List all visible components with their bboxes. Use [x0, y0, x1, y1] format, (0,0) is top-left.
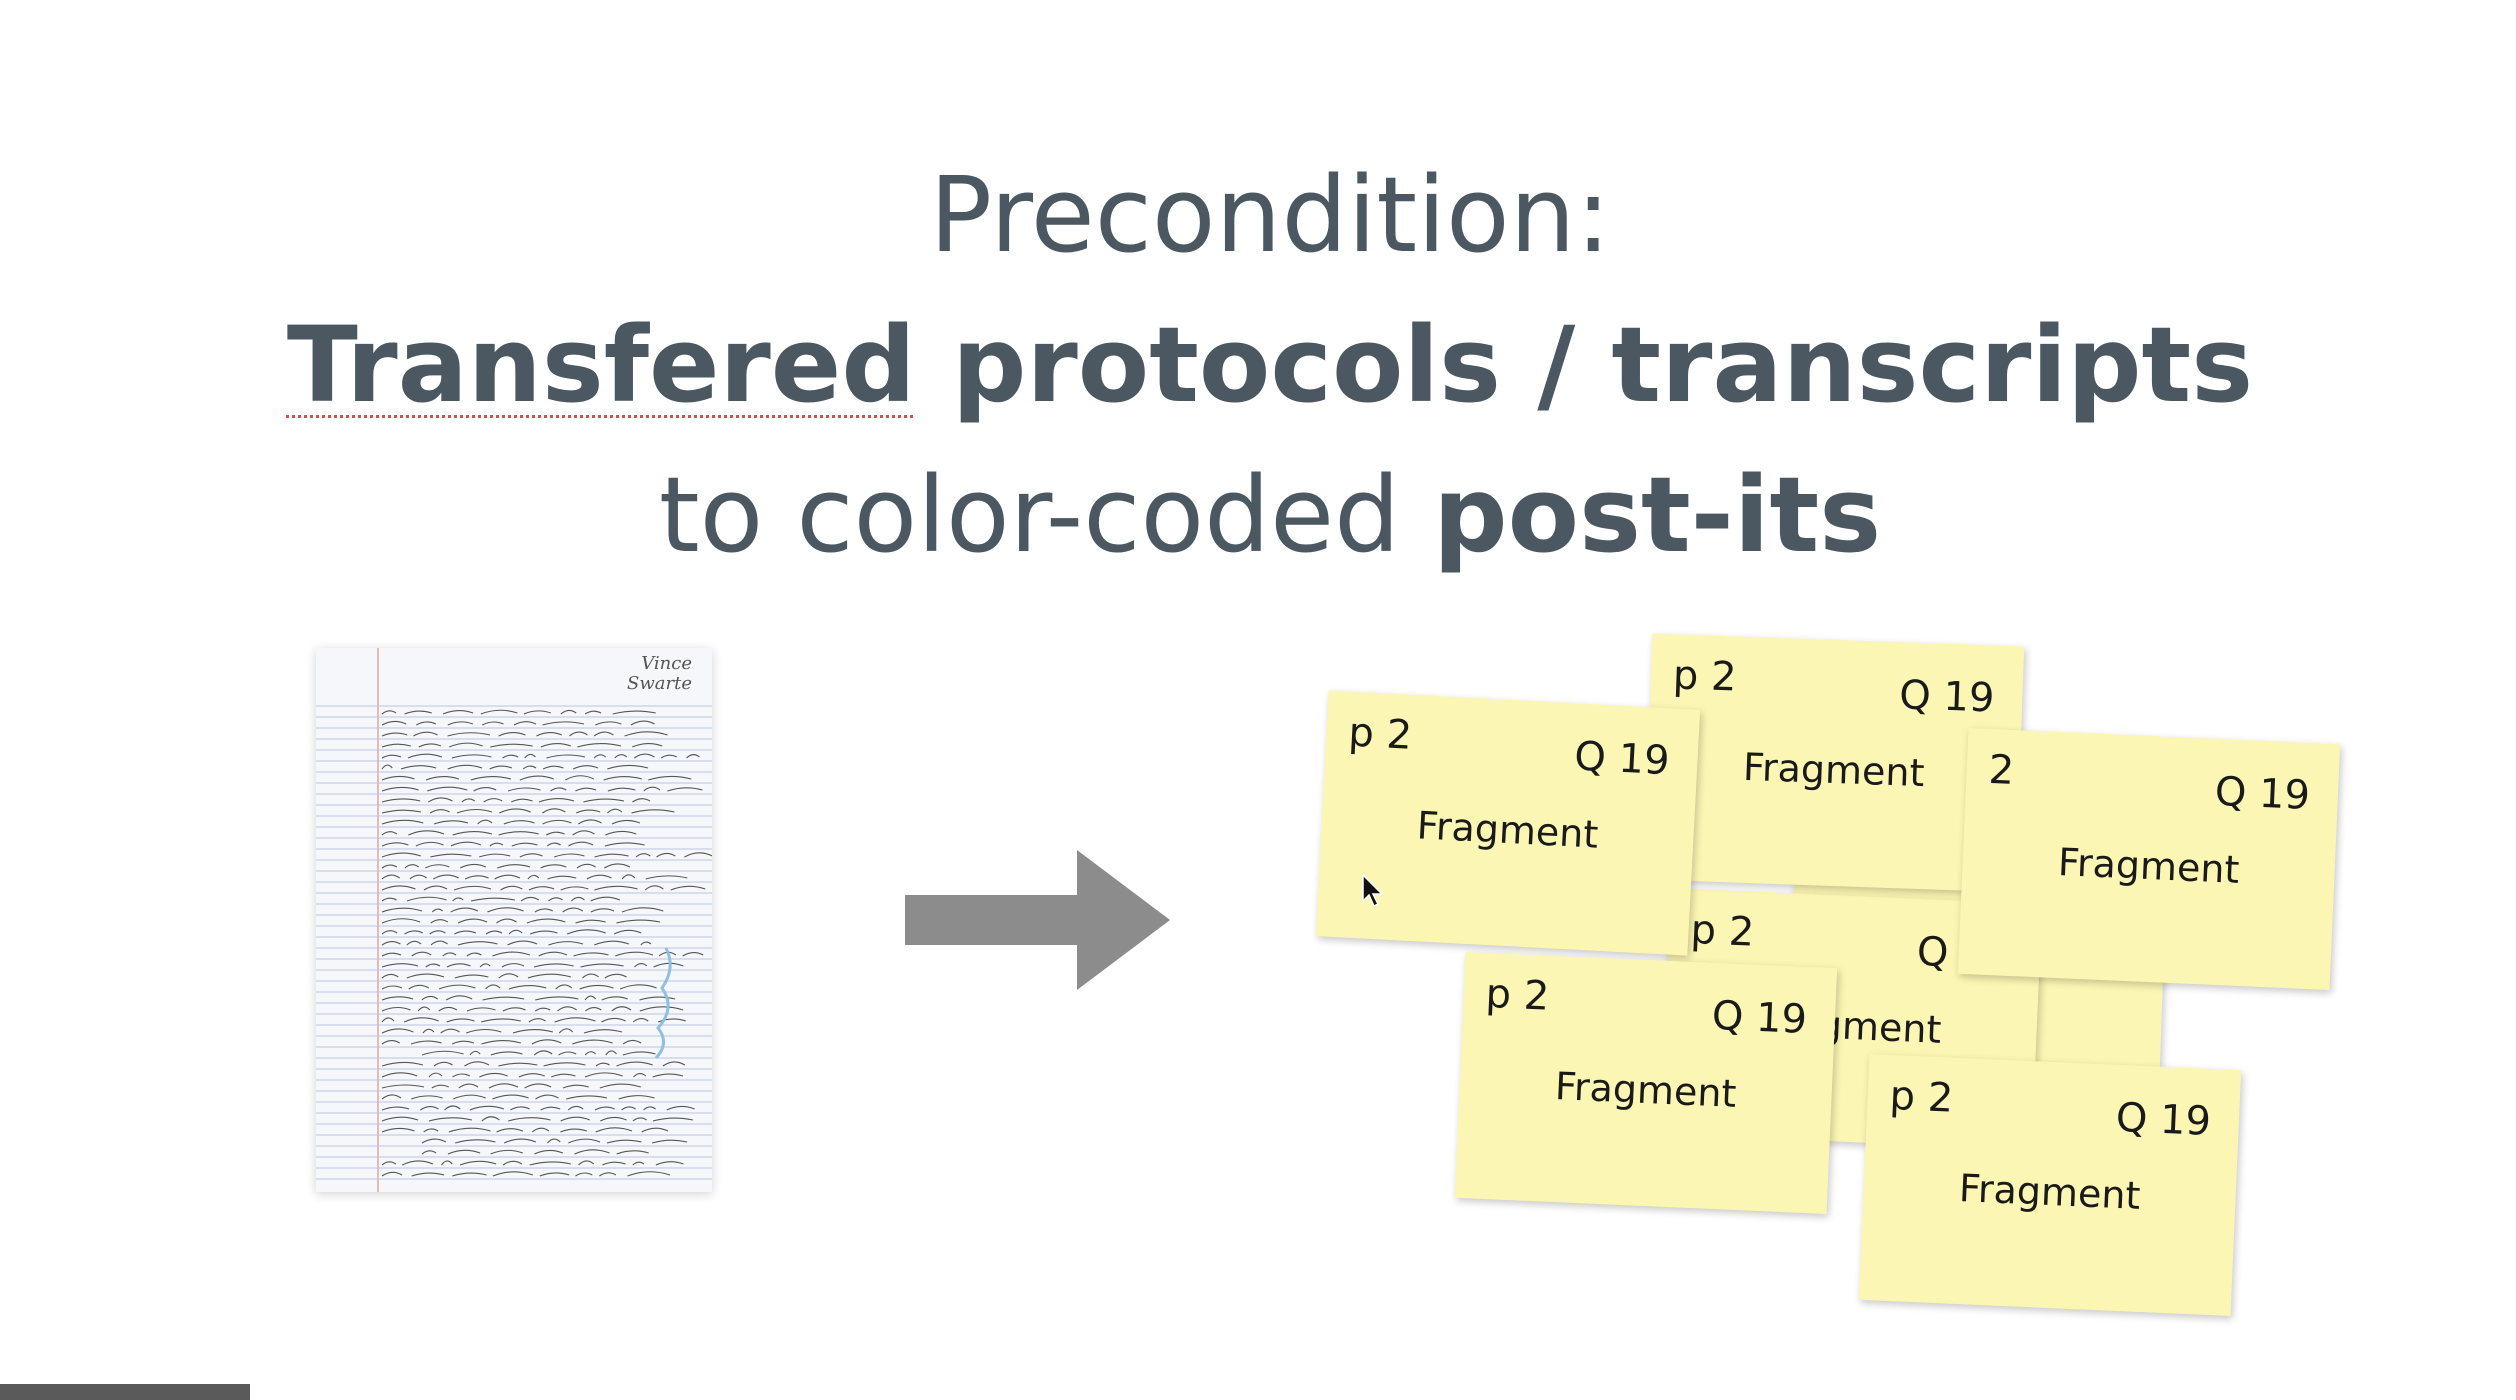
- note-question-number: Q 19: [2114, 1094, 2212, 1145]
- note-page-number: p 2: [1484, 970, 1551, 1020]
- note-fragment-label: Fragment: [2057, 840, 2241, 892]
- handwritten-transcript-image: Vince Swarte: [316, 648, 712, 1192]
- title-line-3-emphasis: post-its: [1433, 454, 1882, 576]
- slide-title: Precondition: Transfered protocols / tra…: [0, 140, 2516, 590]
- note-question-number: Q 19: [1898, 672, 1996, 722]
- post-it-note: p 2 Q 19 Fragment: [1858, 1054, 2242, 1316]
- note-fragment-label: Fragment: [1742, 744, 1926, 796]
- author-last-name: Swarte: [627, 673, 692, 694]
- author-first-name: Vince: [641, 653, 692, 674]
- slide-progress-bar: [0, 1384, 250, 1400]
- post-it-note: p 2 Q 19 Fragment: [1454, 952, 1838, 1214]
- title-line-1: Precondition:: [929, 154, 1611, 276]
- note-page-number: p 2: [1888, 1072, 1955, 1122]
- transcript-author: Vince Swarte: [627, 654, 692, 694]
- note-page-number: 2: [1987, 746, 2016, 795]
- note-page-number: p 2: [1672, 652, 1738, 701]
- post-it-note: 2 Q 19 Fragment: [1957, 728, 2341, 990]
- note-page-number: p 2: [1347, 709, 1414, 759]
- note-page-number: p 2: [1689, 906, 1756, 956]
- misspelled-word: Transfered: [286, 304, 916, 426]
- note-question-number: Q 19: [1573, 733, 1671, 785]
- title-line-2: Transfered protocols / transcripts: [0, 290, 2516, 440]
- note-question-number: Q 19: [2213, 768, 2311, 819]
- presentation-slide: Precondition: Transfered protocols / tra…: [0, 0, 2516, 1400]
- note-question-number: Q 19: [1710, 992, 1808, 1043]
- title-line-3-text: to color-coded: [658, 454, 1434, 576]
- note-fragment-label: Fragment: [1554, 1064, 1738, 1116]
- title-line-3: to color-coded post-its: [0, 440, 2516, 590]
- note-fragment-label: Fragment: [1958, 1166, 2142, 1218]
- notebook-lines: [316, 648, 712, 1192]
- post-it-note: p 2 Q 19 Fragment: [1315, 690, 1701, 956]
- note-fragment-label: Fragment: [1415, 803, 1600, 857]
- mouse-pointer-icon: [1362, 874, 1384, 908]
- right-arrow-icon: [905, 850, 1170, 990]
- title-line-2-rest: protocols / transcripts: [915, 304, 2254, 426]
